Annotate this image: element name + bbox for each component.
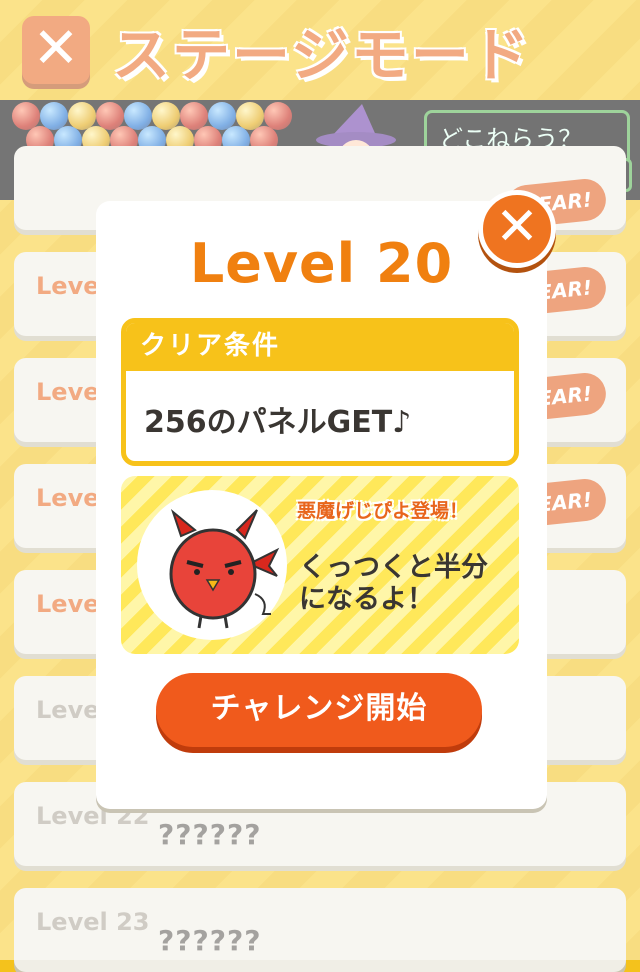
challenge-start-button[interactable]: チャレンジ開始 xyxy=(156,673,482,747)
clear-condition-box: クリア条件 256のパネルGET♪ xyxy=(121,318,519,466)
enemy-description: くっつくと半分になるよ！ xyxy=(299,552,488,615)
enemy-info-box: 悪魔げじぴよ登場！ くっつくと半分になるよ！ xyxy=(121,476,519,654)
condition-text: 256のパネルGET♪ xyxy=(144,405,412,440)
character-frame xyxy=(137,490,287,640)
condition-header: クリア条件 xyxy=(126,323,514,371)
modal-close-button[interactable]: ✕ xyxy=(478,190,556,268)
devil-chick-icon xyxy=(169,509,280,629)
enemy-title: 悪魔げじぴよ登場！ xyxy=(297,500,469,522)
